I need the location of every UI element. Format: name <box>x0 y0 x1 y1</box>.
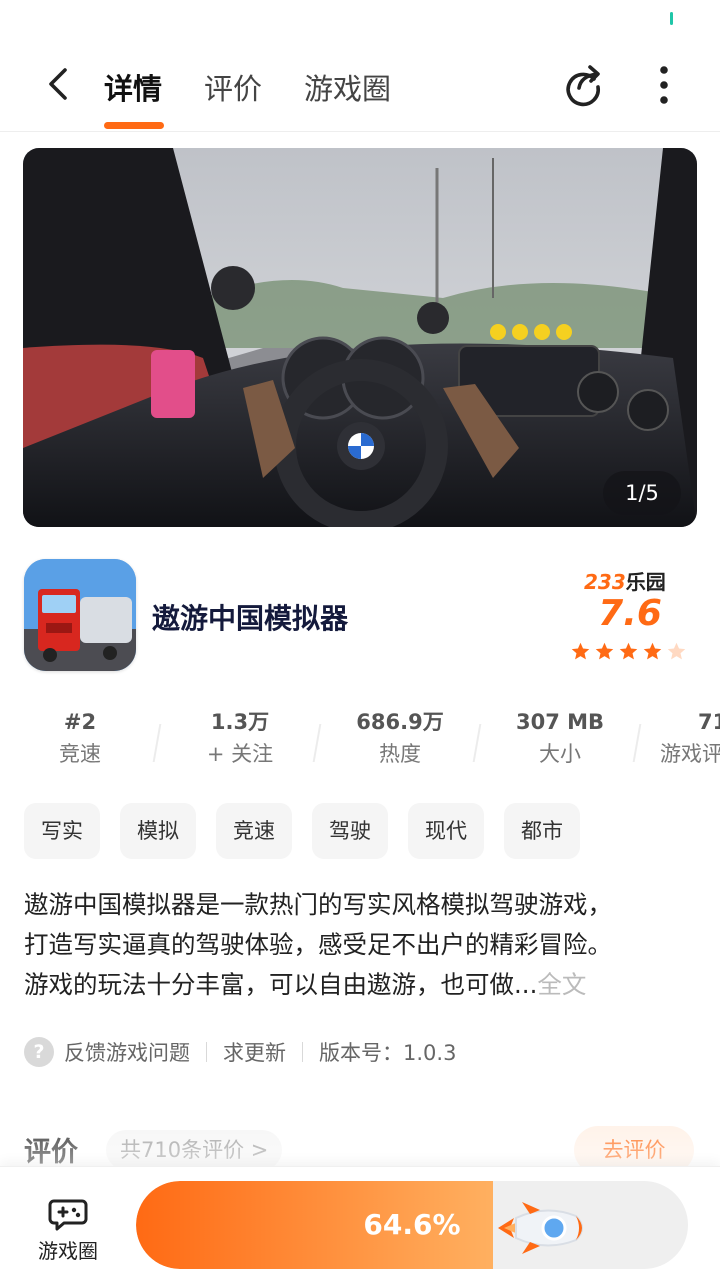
bottom-action-bar: 游戏圈 64.6% <box>0 1166 720 1280</box>
tag-list: 写实 模拟 竞速 驾驶 现代 都市 <box>24 803 580 861</box>
game-header: 遨游中国模拟器 233乐园 7.6 <box>0 555 720 680</box>
request-update-link[interactable]: 求更新 <box>223 1037 286 1067</box>
share-button[interactable] <box>560 62 606 108</box>
stat-value: 307 MB <box>515 710 605 734</box>
download-progress-button[interactable]: 64.6% <box>136 1181 688 1269</box>
status-bar <box>0 0 720 40</box>
tab-details[interactable]: 详情 <box>104 66 162 108</box>
reviews-title: 评价 <box>24 1137 78 1166</box>
game-app-icon <box>24 559 136 671</box>
tag-chip[interactable]: 竞速 <box>216 803 292 859</box>
stat-rank[interactable]: #2 竞速 <box>0 706 160 770</box>
carousel-counter: 1/5 <box>603 471 681 515</box>
reviews-count-link[interactable]: 共710条评价 > <box>106 1130 283 1166</box>
game-screenshot-image <box>23 148 697 527</box>
game-description: 遨游中国模拟器是一款热门的写实风格模拟驾驶游戏， 打造写实逼真的驾驶体验，感受足… <box>24 885 700 1005</box>
stat-value: 71 <box>698 710 720 734</box>
description-line: 打造写实逼真的驾驶体验，感受足不出户的精彩冒险。 <box>24 930 612 959</box>
star-filled-icon <box>619 642 638 660</box>
read-more-link[interactable]: 全文 <box>537 970 586 999</box>
tag-chip[interactable]: 现代 <box>408 803 484 859</box>
back-arrow-icon <box>49 68 67 100</box>
question-icon: ? <box>24 1037 54 1067</box>
reviews-section-header: 评价 共710条评价 > 去评价 <box>24 1126 696 1166</box>
active-tab-indicator <box>104 122 164 129</box>
game-circle-label: 游戏圈 <box>38 1239 98 1263</box>
stats-row: #2 竞速 1.3万 + 关注 686.9万 热度 307 MB 大小 71 游… <box>0 706 720 780</box>
star-empty-icon <box>667 642 686 660</box>
tag-chip[interactable]: 写实 <box>24 803 100 859</box>
star-filled-icon <box>595 642 614 660</box>
divider <box>206 1042 207 1062</box>
stat-popularity: 686.9万 热度 <box>320 706 480 770</box>
tag-chip[interactable]: 都市 <box>504 803 580 859</box>
star-filled-icon <box>571 642 590 660</box>
rating-brand-number: 233 <box>584 570 626 594</box>
footer-links: ? 反馈游戏问题 求更新 版本号：1.0.3 <box>24 1034 456 1070</box>
rating-stars <box>570 641 690 663</box>
stat-label: 热度 <box>379 742 421 766</box>
rating-score: 7.6 <box>598 593 662 634</box>
tab-reviews[interactable]: 评价 <box>204 66 262 108</box>
stat-label: 游戏评 <box>660 742 720 766</box>
top-nav: 详情 评价 游戏圈 <box>0 40 720 132</box>
stat-value: 686.9万 <box>356 710 444 734</box>
version-label: 版本号：1.0.3 <box>319 1041 457 1065</box>
follow-button[interactable]: + 关注 <box>160 738 320 770</box>
description-line: 游戏的玩法十分丰富，可以自由遨游，也可做... <box>24 970 538 999</box>
rocket-icon <box>498 1202 583 1254</box>
tag-chip[interactable]: 驾驶 <box>312 803 388 859</box>
more-vertical-icon <box>660 66 668 104</box>
star-filled-icon <box>643 642 662 660</box>
description-line: 遨游中国模拟器是一款热门的写实风格模拟驾驶游戏， <box>24 890 612 919</box>
divider <box>302 1042 303 1062</box>
stat-follow[interactable]: 1.3万 + 关注 <box>160 706 320 770</box>
stat-size: 307 MB 大小 <box>480 706 640 770</box>
download-progress-text: 64.6% <box>363 1208 461 1241</box>
tag-chip[interactable]: 模拟 <box>120 803 196 859</box>
feedback-link[interactable]: 反馈游戏问题 <box>64 1037 190 1067</box>
game-title: 遨游中国模拟器 <box>152 602 349 635</box>
share-icon <box>566 65 600 107</box>
rating-brand: 233乐园 <box>584 566 666 595</box>
stat-label: 竞速 <box>59 742 101 766</box>
write-review-button[interactable]: 去评价 <box>574 1126 694 1166</box>
game-circle-button[interactable]: 游戏圈 <box>22 1193 114 1265</box>
status-indicator <box>670 12 673 25</box>
gamepad-chat-icon <box>48 1199 88 1231</box>
screenshot-carousel[interactable]: 1/5 <box>23 148 697 527</box>
stat-value: #2 <box>63 710 97 734</box>
stat-value: 1.3万 <box>210 710 270 734</box>
back-button[interactable] <box>38 62 82 106</box>
more-button[interactable] <box>644 64 684 108</box>
description-line-last: 游戏的玩法十分丰富，可以自由遨游，也可做...全文 <box>24 965 700 1005</box>
stat-label: 大小 <box>539 742 581 766</box>
stat-reviews[interactable]: 71 游戏评 <box>660 706 720 770</box>
tab-game-circle[interactable]: 游戏圈 <box>304 66 391 108</box>
rating-brand-text: 乐园 <box>625 570 666 594</box>
